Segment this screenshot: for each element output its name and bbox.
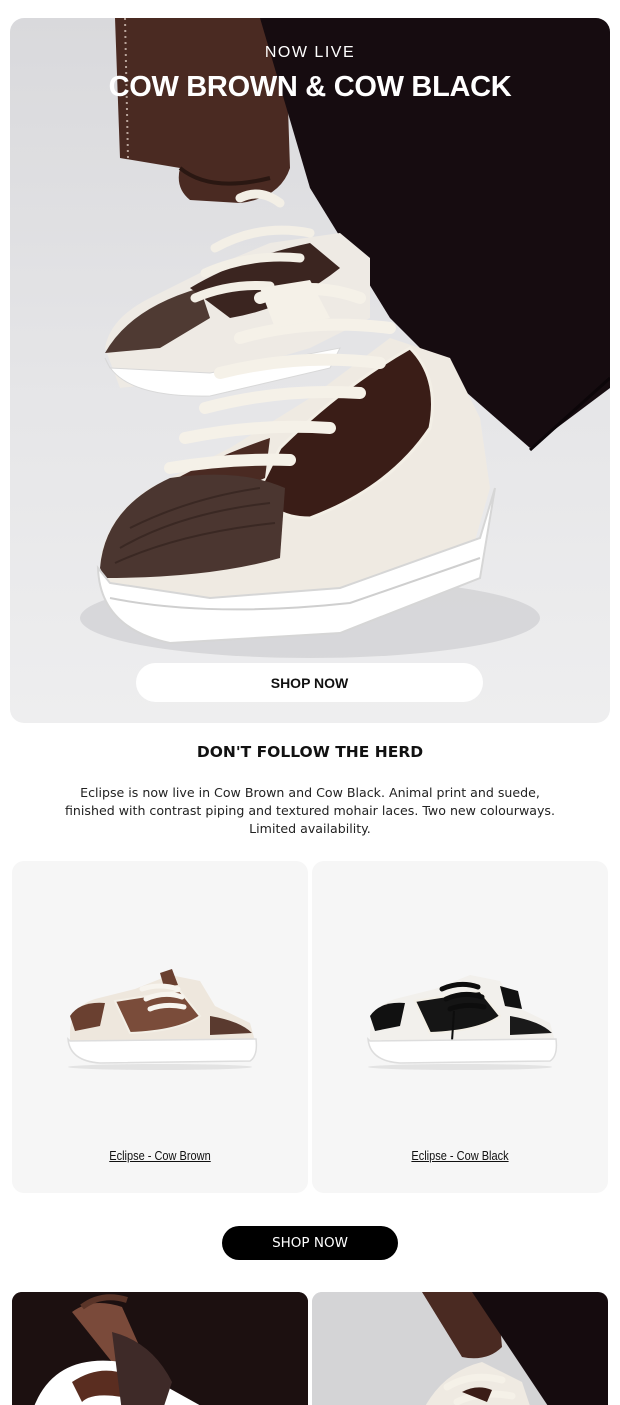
hero-shop-now-button[interactable]: SHOP NOW: [136, 663, 483, 702]
section-headline: DON'T FOLLOW THE HERD: [196, 743, 424, 761]
sneaker-on-foot-image: [312, 1292, 608, 1405]
hero-product-photo: [80, 18, 610, 658]
hero-eyebrow: NOW LIVE: [264, 44, 356, 61]
hero-banner[interactable]: NOW LIVE COW BROWN & COW BLACK SHOP NOW: [10, 18, 610, 723]
lifestyle-image-right[interactable]: [312, 1292, 608, 1405]
product-link-cow-brown[interactable]: Eclipse - Cow Brown: [30, 1149, 290, 1163]
product-card-cow-brown[interactable]: Eclipse - Cow Brown: [12, 861, 308, 1193]
product-card-cow-black[interactable]: Eclipse - Cow Black: [312, 861, 608, 1193]
sneaker-cow-brown-image: [67, 969, 258, 1070]
product-link-cow-black[interactable]: Eclipse - Cow Black: [330, 1149, 590, 1163]
hero-title: COW BROWN & COW BLACK: [108, 71, 512, 103]
hand-lacing-sneaker-image: [12, 1292, 308, 1405]
lifestyle-image-left[interactable]: [12, 1292, 308, 1405]
shop-now-button[interactable]: SHOP NOW: [222, 1226, 398, 1260]
sneaker-cow-black-image: [367, 975, 558, 1070]
section-body-copy: Eclipse is now live in Cow Brown and Cow…: [65, 785, 555, 836]
